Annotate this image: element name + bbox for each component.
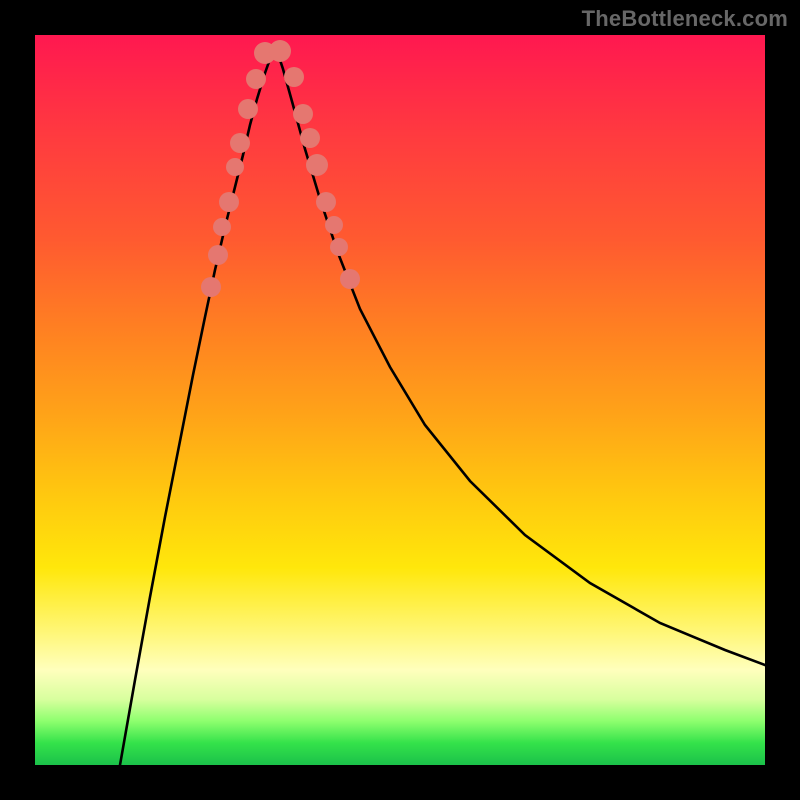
- watermark-label: TheBottleneck.com: [582, 6, 788, 32]
- background-gradient: [35, 35, 765, 765]
- chart-frame: TheBottleneck.com: [0, 0, 800, 800]
- plot-area: [35, 35, 765, 765]
